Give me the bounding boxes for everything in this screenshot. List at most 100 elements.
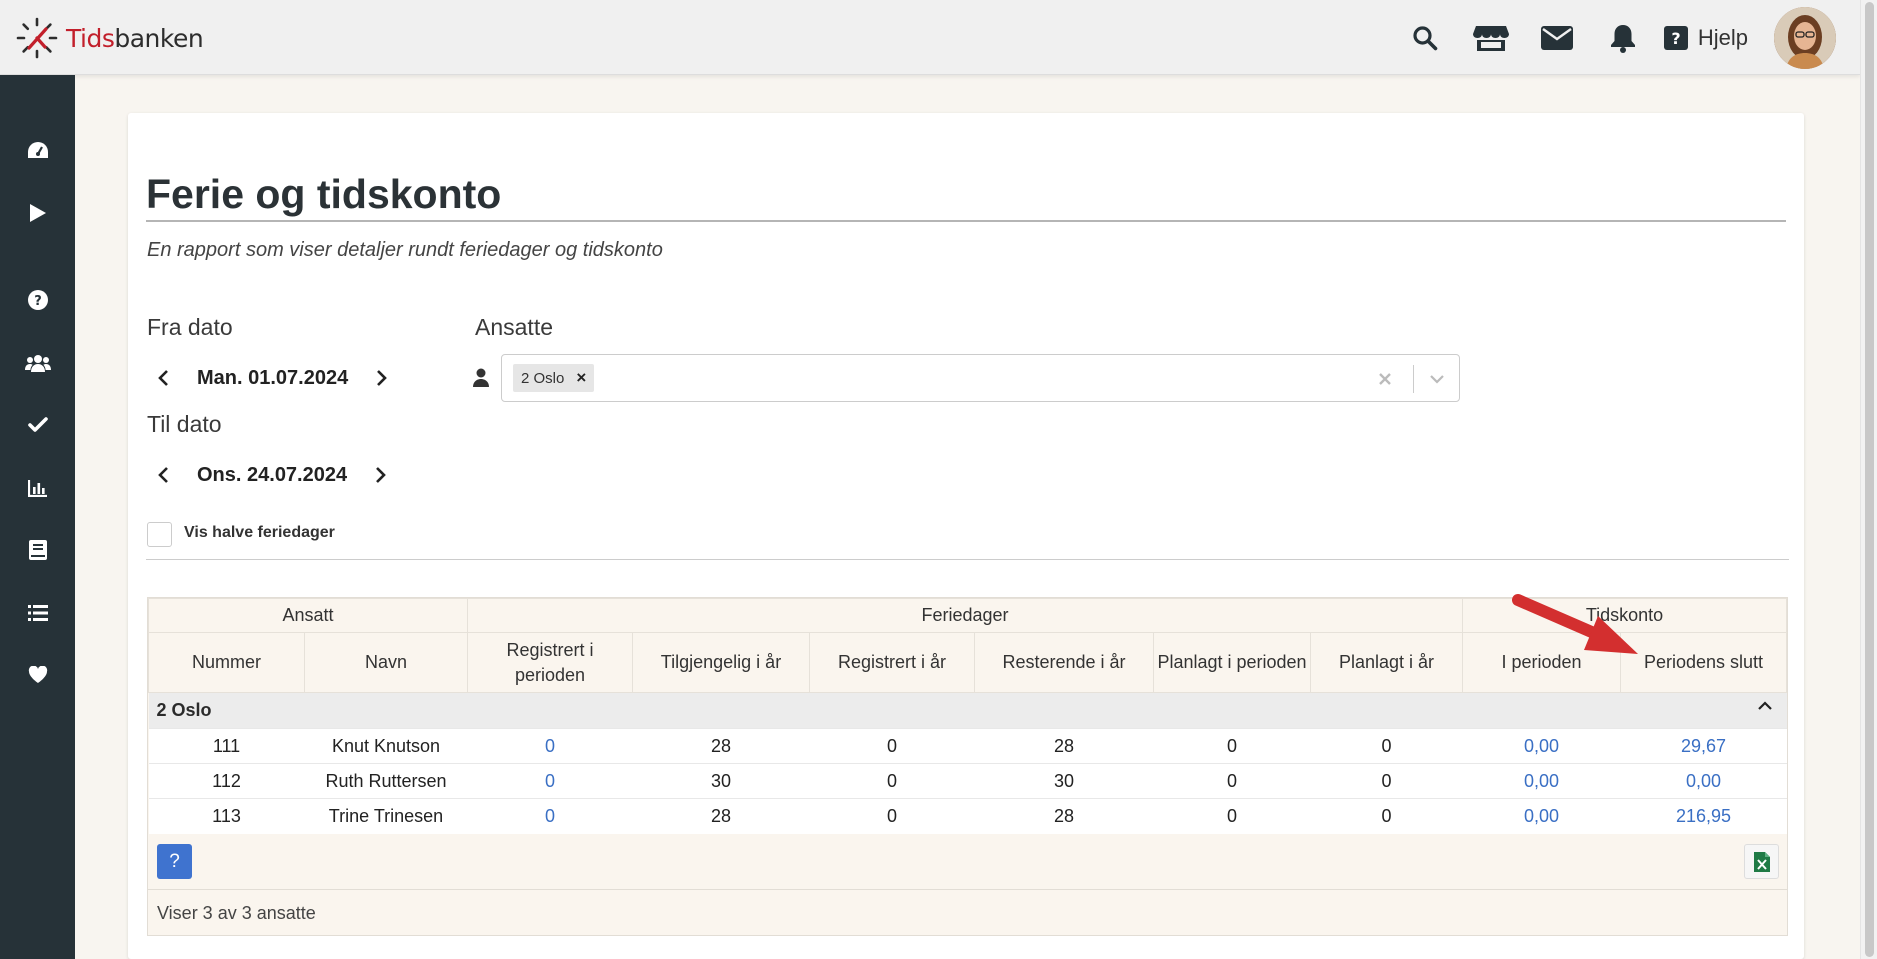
- remove-tag-icon[interactable]: ×: [576, 368, 586, 388]
- cell-periodens-slutt[interactable]: 0,00: [1620, 763, 1787, 799]
- employees-tag: 2 Oslo ×: [513, 364, 595, 392]
- cell-nummer: 113: [148, 798, 305, 834]
- to-date-next-button[interactable]: [365, 459, 397, 491]
- check-icon[interactable]: [0, 405, 75, 445]
- cell-tilgjengelig: 28: [632, 798, 810, 834]
- select-separator: [1413, 365, 1414, 393]
- search-icon[interactable]: [1392, 0, 1458, 75]
- group-header-ansatt: Ansatt: [148, 598, 468, 633]
- annotation-arrow-icon: [1512, 594, 1638, 654]
- col-header-planlagt-aar[interactable]: Planlagt i år: [1310, 632, 1463, 693]
- logo[interactable]: Tidsbanken: [16, 16, 204, 60]
- cell-i-perioden[interactable]: 0,00: [1462, 763, 1621, 799]
- col-header-registrert-aar[interactable]: Registrert i år: [809, 632, 975, 693]
- cell-tilgjengelig: 28: [632, 728, 810, 764]
- cell-i-perioden[interactable]: 0,00: [1462, 728, 1621, 764]
- chevron-left-icon: [158, 370, 168, 386]
- cell-nummer: 112: [148, 763, 305, 799]
- table-help-button[interactable]: ?: [157, 844, 192, 879]
- to-date-nav: Ons. 24.07.2024: [147, 459, 397, 491]
- user-avatar[interactable]: [1774, 6, 1836, 69]
- employees-label: Ansatte: [475, 314, 553, 340]
- from-date-label: Fra dato: [147, 314, 233, 340]
- from-date-prev-button[interactable]: [147, 362, 179, 394]
- group-row[interactable]: 2 Oslo: [148, 692, 1787, 729]
- half-days-checkbox[interactable]: [147, 522, 172, 547]
- group-name: 2 Oslo: [156, 700, 212, 720]
- page-scrollbar[interactable]: [1860, 0, 1877, 959]
- cell-registrert-perioden[interactable]: 0: [467, 798, 633, 834]
- cell-periodens-slutt[interactable]: 216,95: [1620, 798, 1787, 834]
- cell-periodens-slutt[interactable]: 29,67: [1620, 728, 1787, 764]
- col-header-nummer[interactable]: Nummer: [148, 632, 305, 693]
- cell-registrert-aar: 0: [809, 798, 975, 834]
- cell-registrert-aar: 0: [809, 728, 975, 764]
- help-label: Hjelp: [1697, 24, 1748, 50]
- bell-icon[interactable]: [1590, 0, 1656, 75]
- cell-planlagt-aar: 0: [1310, 763, 1463, 799]
- chevron-left-icon: [158, 467, 168, 483]
- chevron-down-icon[interactable]: [1421, 365, 1453, 393]
- from-date-next-button[interactable]: [366, 362, 398, 394]
- col-header-registrert-perioden[interactable]: Registrert i perioden: [467, 632, 633, 693]
- col-header-periodens-slutt[interactable]: Periodens slutt: [1620, 632, 1787, 693]
- cell-i-perioden[interactable]: 0,00: [1462, 798, 1621, 834]
- table-row: 113 Trine Trinesen 0 28 0 28 0 0 0,00 21…: [148, 798, 1787, 834]
- cell-planlagt-perioden: 0: [1153, 798, 1311, 834]
- list-icon[interactable]: [0, 593, 75, 633]
- col-header-planlagt-perioden[interactable]: Planlagt i perioden: [1153, 632, 1311, 693]
- from-date-value[interactable]: Man. 01.07.2024: [197, 367, 348, 390]
- store-icon[interactable]: [1458, 0, 1524, 75]
- mail-icon[interactable]: [1524, 0, 1590, 75]
- title-divider: [146, 220, 1786, 222]
- cell-navn: Trine Trinesen: [304, 798, 468, 834]
- col-header-tilgjengelig[interactable]: Tilgjengelig i år: [632, 632, 810, 693]
- table-row: 111 Knut Knutson 0 28 0 28 0 0 0,00 29,6…: [148, 728, 1787, 764]
- to-date-prev-button[interactable]: [147, 459, 179, 491]
- logo-mark-icon: [16, 17, 58, 59]
- cell-resterende: 30: [974, 763, 1154, 799]
- cell-registrert-perioden[interactable]: 0: [467, 728, 633, 764]
- to-date-label: Til dato: [147, 411, 222, 437]
- scrollbar-thumb[interactable]: [1865, 2, 1874, 957]
- chart-icon[interactable]: [0, 468, 75, 508]
- cell-planlagt-aar: 0: [1310, 798, 1463, 834]
- logo-text: Tidsbanken: [66, 23, 204, 53]
- col-header-resterende[interactable]: Resterende i år: [974, 632, 1154, 693]
- chevron-right-icon: [376, 467, 386, 483]
- users-icon[interactable]: [0, 343, 75, 383]
- help-icon: ?: [1663, 25, 1688, 50]
- to-date-value[interactable]: Ons. 24.07.2024: [197, 464, 347, 487]
- employees-tag-label: 2 Oslo: [521, 369, 565, 387]
- page-subtitle: En rapport som viser detaljer rundt feri…: [147, 239, 663, 261]
- clear-selection-icon[interactable]: [1371, 365, 1399, 393]
- cell-registrert-aar: 0: [809, 763, 975, 799]
- filter-divider: [146, 559, 1789, 560]
- chevron-up-icon[interactable]: [1757, 701, 1773, 711]
- employees-select[interactable]: 2 Oslo ×: [501, 354, 1460, 402]
- question-icon[interactable]: ?: [0, 280, 75, 320]
- cell-navn: Ruth Ruttersen: [304, 763, 468, 799]
- cell-resterende: 28: [974, 798, 1154, 834]
- svg-text:?: ?: [34, 294, 42, 309]
- heart-icon[interactable]: [0, 655, 75, 695]
- table-row: 112 Ruth Ruttersen 0 30 0 30 0 0 0,00 0,…: [148, 763, 1787, 799]
- top-bar: Tidsbanken ? Hjelp: [0, 0, 1860, 75]
- help-button[interactable]: ? Hjelp: [1663, 24, 1748, 51]
- person-icon: [473, 368, 489, 387]
- excel-icon: [1753, 851, 1770, 872]
- dashboard-icon[interactable]: [0, 130, 75, 170]
- cell-navn: Knut Knutson: [304, 728, 468, 764]
- cell-registrert-perioden[interactable]: 0: [467, 763, 633, 799]
- results-count: Viser 3 av 3 ansatte: [157, 903, 316, 923]
- col-header-navn[interactable]: Navn: [304, 632, 468, 693]
- cell-planlagt-perioden: 0: [1153, 763, 1311, 799]
- group-header-feriedager: Feriedager: [467, 598, 1463, 633]
- sidebar: ?: [0, 75, 75, 959]
- svg-text:?: ?: [1671, 29, 1680, 48]
- book-icon[interactable]: [0, 530, 75, 570]
- excel-export-button[interactable]: [1744, 844, 1779, 879]
- cell-planlagt-perioden: 0: [1153, 728, 1311, 764]
- play-icon[interactable]: [0, 193, 75, 233]
- page-title: Ferie og tidskonto: [146, 171, 502, 217]
